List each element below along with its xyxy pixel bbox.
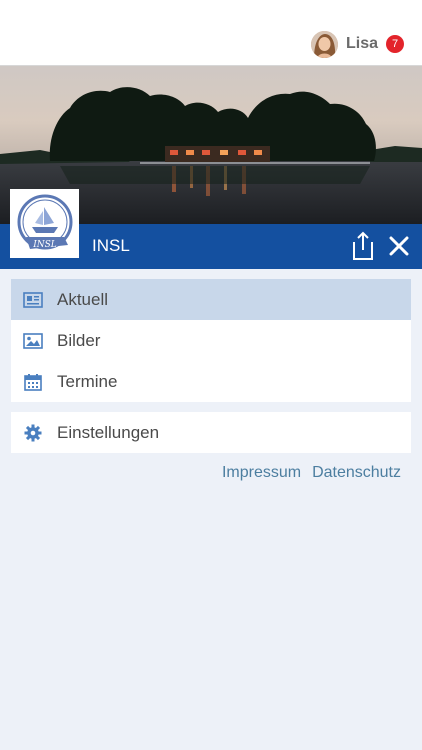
share-icon: [353, 231, 373, 260]
main-menu: Aktuell Bilder Termine: [11, 279, 411, 402]
settings-menu: Einstellungen: [11, 412, 411, 453]
user-name: Lisa: [345, 35, 378, 52]
page-title: INSL: [92, 236, 130, 255]
gear-icon: [23, 423, 43, 443]
menu-item-label: Bilder: [57, 330, 101, 350]
logo: INSL: [10, 189, 79, 258]
user-profile[interactable]: Lisa 7: [310, 30, 404, 58]
menu-item-label: Termine: [57, 371, 118, 391]
menu-item-label: Aktuell: [57, 289, 109, 309]
image-icon: [23, 331, 43, 351]
svg-text:INSL: INSL: [32, 240, 57, 250]
footer-links: Impressum Datenschutz: [222, 464, 401, 482]
menu-item-bilder[interactable]: Bilder: [11, 320, 411, 361]
avatar[interactable]: [310, 30, 338, 58]
menu-item-label: Einstellungen: [57, 422, 160, 442]
insel-logo-icon: INSL: [10, 189, 79, 258]
top-bar: Lisa 7: [0, 0, 422, 66]
close-button[interactable]: [386, 233, 412, 259]
share-button[interactable]: [350, 231, 376, 261]
menu-item-aktuell[interactable]: Aktuell: [11, 279, 411, 320]
newspaper-icon: [23, 290, 43, 310]
calendar-icon: [23, 372, 43, 392]
menu-item-termine[interactable]: Termine: [11, 361, 411, 402]
notification-badge[interactable]: 7: [386, 35, 404, 53]
datenschutz-link[interactable]: Datenschutz: [312, 464, 401, 482]
menu-item-einstellungen[interactable]: Einstellungen: [11, 412, 411, 453]
close-icon: [389, 236, 409, 256]
impressum-link[interactable]: Impressum: [222, 464, 301, 482]
